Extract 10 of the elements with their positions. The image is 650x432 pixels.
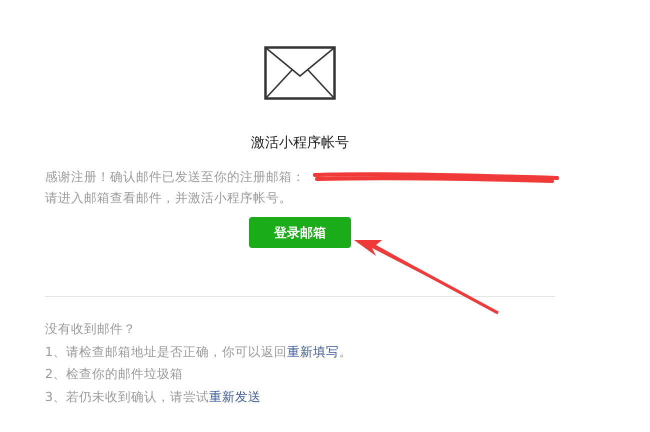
page-title: 激活小程序帐号 <box>251 134 349 152</box>
help-heading: 没有收到邮件？ <box>45 320 136 338</box>
help-item: 2、检查你的邮件垃圾箱 <box>45 365 183 383</box>
message-text: 请进入邮箱查看邮件，并激活小程序帐号。 <box>45 189 292 207</box>
envelope-icon <box>264 46 336 100</box>
help-link[interactable]: 重新填写 <box>286 344 339 358</box>
help-link[interactable]: 重新发送 <box>208 388 261 404</box>
help-item: 1、请检查邮箱地址是否正确，你可以返回重新填写。 <box>45 342 352 360</box>
message-text: 感谢注册！确认邮件已发送至你的注册邮箱： <box>45 168 305 186</box>
help-item: 3、若仍未收到确认，请尝试重新发送 <box>45 388 261 406</box>
